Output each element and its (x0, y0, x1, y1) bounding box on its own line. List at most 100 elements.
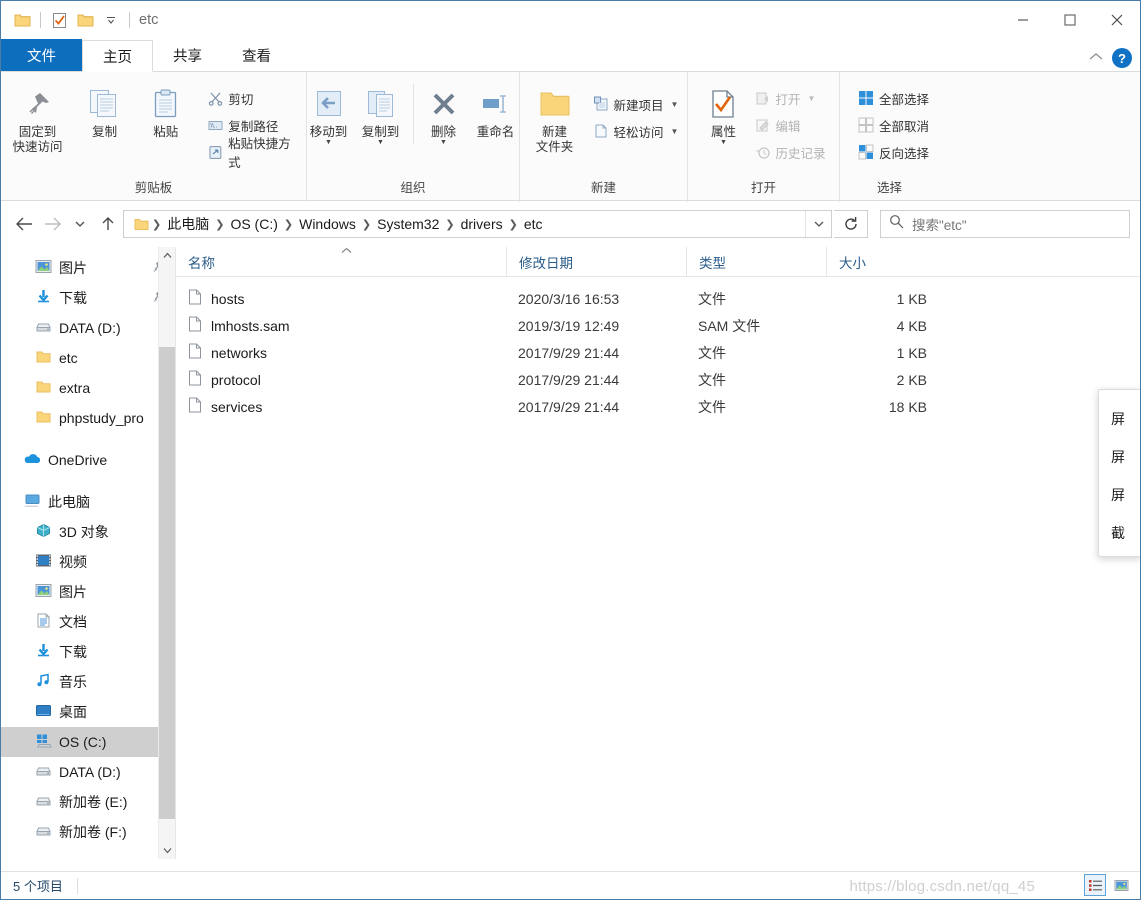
copy-to-button[interactable]: 复制到 ▼ (355, 80, 407, 146)
scroll-down-icon[interactable] (159, 842, 175, 859)
collapse-ribbon-icon[interactable] (1088, 49, 1104, 67)
tab-file[interactable]: 文件 (1, 39, 82, 71)
copy-button[interactable]: 复制 (74, 80, 135, 140)
maximize-button[interactable] (1046, 1, 1093, 39)
new-item-caret-icon[interactable]: ▼ (671, 100, 679, 109)
breadcrumb-item-0[interactable]: 此电脑 (162, 214, 214, 234)
tab-view[interactable]: 查看 (222, 39, 291, 71)
nav-item-volume-e[interactable]: 新加卷 (E:) (1, 787, 175, 817)
properties-check-icon[interactable] (46, 7, 72, 33)
flyout-item-0[interactable]: 屏 (1099, 400, 1140, 438)
details-view-button[interactable] (1084, 874, 1106, 896)
breadcrumb-item-1[interactable]: OS (C:) (225, 216, 282, 232)
column-header-name[interactable]: 名称 (176, 247, 506, 277)
easy-access-button[interactable]: 轻松访问 ▼ (589, 119, 683, 143)
nav-item-downloads[interactable]: 下载 (1, 637, 175, 667)
properties-button[interactable]: 属性 ▼ (697, 80, 749, 146)
nav-item-onedrive[interactable]: OneDrive (1, 445, 175, 475)
nav-item-data-d-quick[interactable]: DATA (D:) (1, 313, 175, 343)
nav-item-pictures[interactable]: 图片 (1, 577, 175, 607)
minimize-button[interactable] (999, 1, 1046, 39)
refresh-button[interactable] (834, 210, 868, 238)
breadcrumb-sep-3[interactable]: ❯ (361, 218, 372, 231)
nav-item-data-d[interactable]: DATA (D:) (1, 757, 175, 787)
nav-item-downloads-quick[interactable]: 下载 (1, 283, 175, 313)
table-row[interactable]: protocol 2017/9/29 21:44 文件 2 KB (176, 366, 1140, 393)
search-input[interactable]: 搜索"etc" (912, 214, 967, 234)
breadcrumb-bar[interactable]: ❯ 此电脑 ❯ OS (C:) ❯ Windows ❯ System32 ❯ d… (123, 210, 832, 238)
paste-button[interactable]: 粘贴 (135, 80, 196, 140)
breadcrumb-item-3[interactable]: System32 (372, 216, 444, 232)
address-dropdown-icon[interactable] (805, 211, 831, 237)
table-row[interactable]: lmhosts.sam 2019/3/19 12:49 SAM 文件 4 KB (176, 312, 1140, 339)
history-button[interactable]: 历史记录 (751, 140, 829, 164)
scroll-up-icon[interactable] (159, 247, 175, 264)
nav-item-documents[interactable]: 文档 (1, 607, 175, 637)
select-none-button[interactable]: 全部取消 (854, 113, 933, 137)
copy-to-caret-icon[interactable]: ▼ (377, 139, 384, 146)
breadcrumb-sep-4[interactable]: ❯ (444, 218, 455, 231)
new-folder-icon[interactable] (72, 7, 98, 33)
recent-locations-button[interactable] (67, 210, 93, 238)
ribbon-tab-actions: ? (1088, 48, 1132, 68)
nav-item-music[interactable]: 音乐 (1, 667, 175, 697)
paste-shortcut-button[interactable]: 粘贴快捷方式 (204, 137, 306, 170)
table-row[interactable]: services 2017/9/29 21:44 文件 18 KB (176, 393, 1140, 420)
help-button[interactable]: ? (1112, 48, 1132, 68)
move-to-caret-icon[interactable]: ▼ (325, 139, 332, 146)
column-header-size[interactable]: 大小 (826, 247, 941, 277)
search-box[interactable]: 搜索"etc" (880, 210, 1130, 238)
table-row[interactable]: networks 2017/9/29 21:44 文件 1 KB (176, 339, 1140, 366)
navigation-scrollbar[interactable] (158, 247, 175, 859)
nav-item-desktop[interactable]: 桌面 (1, 697, 175, 727)
large-icons-view-button[interactable] (1110, 874, 1132, 896)
breadcrumb-sep-5[interactable]: ❯ (508, 218, 519, 231)
nav-item-phpstudy-pro[interactable]: phpstudy_pro (1, 403, 175, 433)
tab-share[interactable]: 共享 (153, 39, 222, 71)
nav-item-this-pc[interactable]: 此电脑 (1, 487, 175, 517)
breadcrumb-sep-0[interactable]: ❯ (151, 218, 162, 231)
new-folder-button[interactable]: 新建 文件夹 (525, 80, 585, 155)
open-caret-icon[interactable]: ▼ (808, 94, 816, 103)
pin-to-quick-access-button[interactable]: 固定到 快速访问 (1, 80, 74, 155)
breadcrumb-sep-1[interactable]: ❯ (214, 218, 225, 231)
easy-access-caret-icon[interactable]: ▼ (671, 127, 679, 136)
nav-item-os-c[interactable]: OS (C:) (1, 727, 175, 757)
delete-button[interactable]: 删除 ▼ (420, 80, 468, 146)
breadcrumb-item-2[interactable]: Windows (294, 216, 361, 232)
file-icon (188, 397, 202, 416)
flyout-item-1[interactable]: 屏 (1099, 438, 1140, 476)
up-button[interactable] (95, 210, 121, 238)
forward-button[interactable] (39, 210, 65, 238)
breadcrumb-sep-2[interactable]: ❯ (283, 218, 294, 231)
flyout-item-2[interactable]: 屏 (1099, 476, 1140, 514)
back-button[interactable] (11, 210, 37, 238)
tab-home[interactable]: 主页 (82, 40, 153, 72)
nav-item-pictures-quick[interactable]: 图片 (1, 253, 175, 283)
nav-item-volume-f[interactable]: 新加卷 (F:) (1, 817, 175, 847)
customize-caret-icon[interactable] (98, 7, 124, 33)
flyout-item-3[interactable]: 截 (1099, 514, 1140, 552)
breadcrumb-item-5[interactable]: etc (519, 216, 548, 232)
select-all-button[interactable]: 全部选择 (854, 86, 933, 110)
nav-item-etc[interactable]: etc (1, 343, 175, 373)
column-header-type[interactable]: 类型 (686, 247, 826, 277)
move-to-button[interactable]: 移动到 ▼ (303, 80, 355, 146)
invert-selection-button[interactable]: 反向选择 (854, 140, 933, 164)
open-button[interactable]: 打开 ▼ (751, 86, 829, 110)
scrollbar-thumb[interactable] (159, 347, 175, 819)
new-item-button[interactable]: 新建项目 ▼ (589, 92, 683, 116)
delete-caret-icon[interactable]: ▼ (440, 139, 447, 146)
cut-button[interactable]: 剪切 (204, 86, 306, 110)
edit-button[interactable]: 编辑 (751, 113, 829, 137)
nav-item-videos[interactable]: 视频 (1, 547, 175, 577)
properties-caret-icon[interactable]: ▼ (720, 139, 727, 146)
nav-item-extra[interactable]: extra (1, 373, 175, 403)
breadcrumb-item-4[interactable]: drivers (456, 216, 508, 232)
column-header-modified[interactable]: 修改日期 (506, 247, 686, 277)
folder-icon[interactable] (9, 7, 35, 33)
close-button[interactable] (1093, 1, 1140, 39)
rename-button[interactable]: 重命名 (468, 80, 524, 140)
nav-item-3d-objects[interactable]: 3D 对象 (1, 517, 175, 547)
table-row[interactable]: hosts 2020/3/16 16:53 文件 1 KB (176, 285, 1140, 312)
